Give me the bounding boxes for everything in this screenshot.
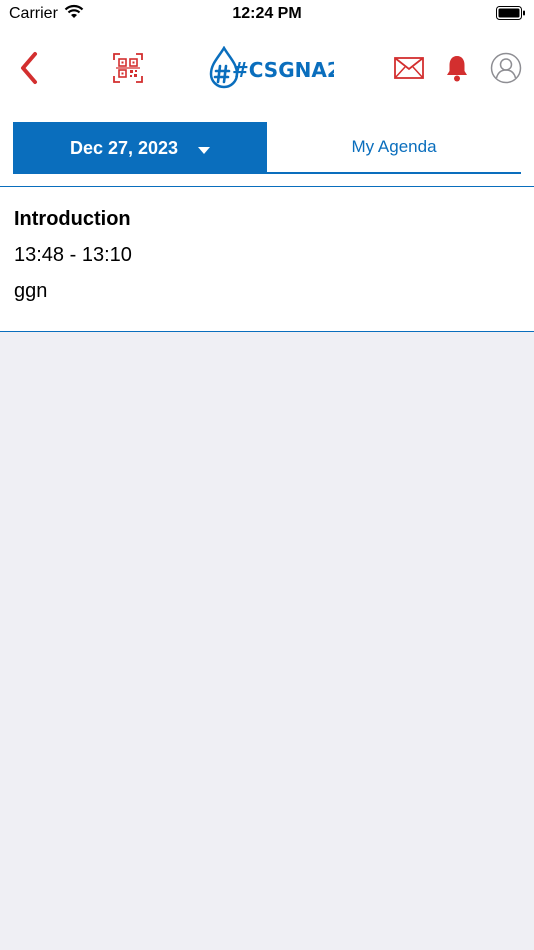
session-time: 13:48 - 13:10 xyxy=(14,244,132,266)
agenda-segmented-control: Dec 27, 2023 My Agenda xyxy=(13,122,521,174)
qr-code-icon[interactable] xyxy=(110,50,146,86)
my-agenda-label: My Agenda xyxy=(351,137,437,156)
mail-icon[interactable] xyxy=(390,52,428,84)
session-list-item[interactable]: Introduction 13:48 - 13:10 ggn xyxy=(0,187,534,331)
battery-icon xyxy=(496,6,526,25)
divider xyxy=(0,331,534,332)
date-label: Dec 27, 2023 xyxy=(69,137,179,158)
bell-icon[interactable] xyxy=(440,50,474,86)
clock: 12:24 PM xyxy=(232,5,302,22)
caret-down-icon xyxy=(198,138,211,159)
session-title: Introduction xyxy=(14,208,131,230)
session-location: ggn xyxy=(14,280,48,302)
agenda-header: Dec 27, 2023 My Agenda xyxy=(0,108,534,186)
back-icon[interactable] xyxy=(12,48,46,88)
date-picker-tab[interactable]: Dec 27, 2023 xyxy=(13,122,267,174)
profile-icon[interactable] xyxy=(488,50,524,86)
logo-text: #CSGNA23 xyxy=(232,58,334,82)
csgna23-logo: #CSGNA23 xyxy=(208,46,334,90)
navigation-bar: #CSGNA23 xyxy=(0,28,534,108)
status-bar: Carrier 12:24 PM xyxy=(0,0,534,28)
my-agenda-tab[interactable]: My Agenda xyxy=(267,122,521,174)
